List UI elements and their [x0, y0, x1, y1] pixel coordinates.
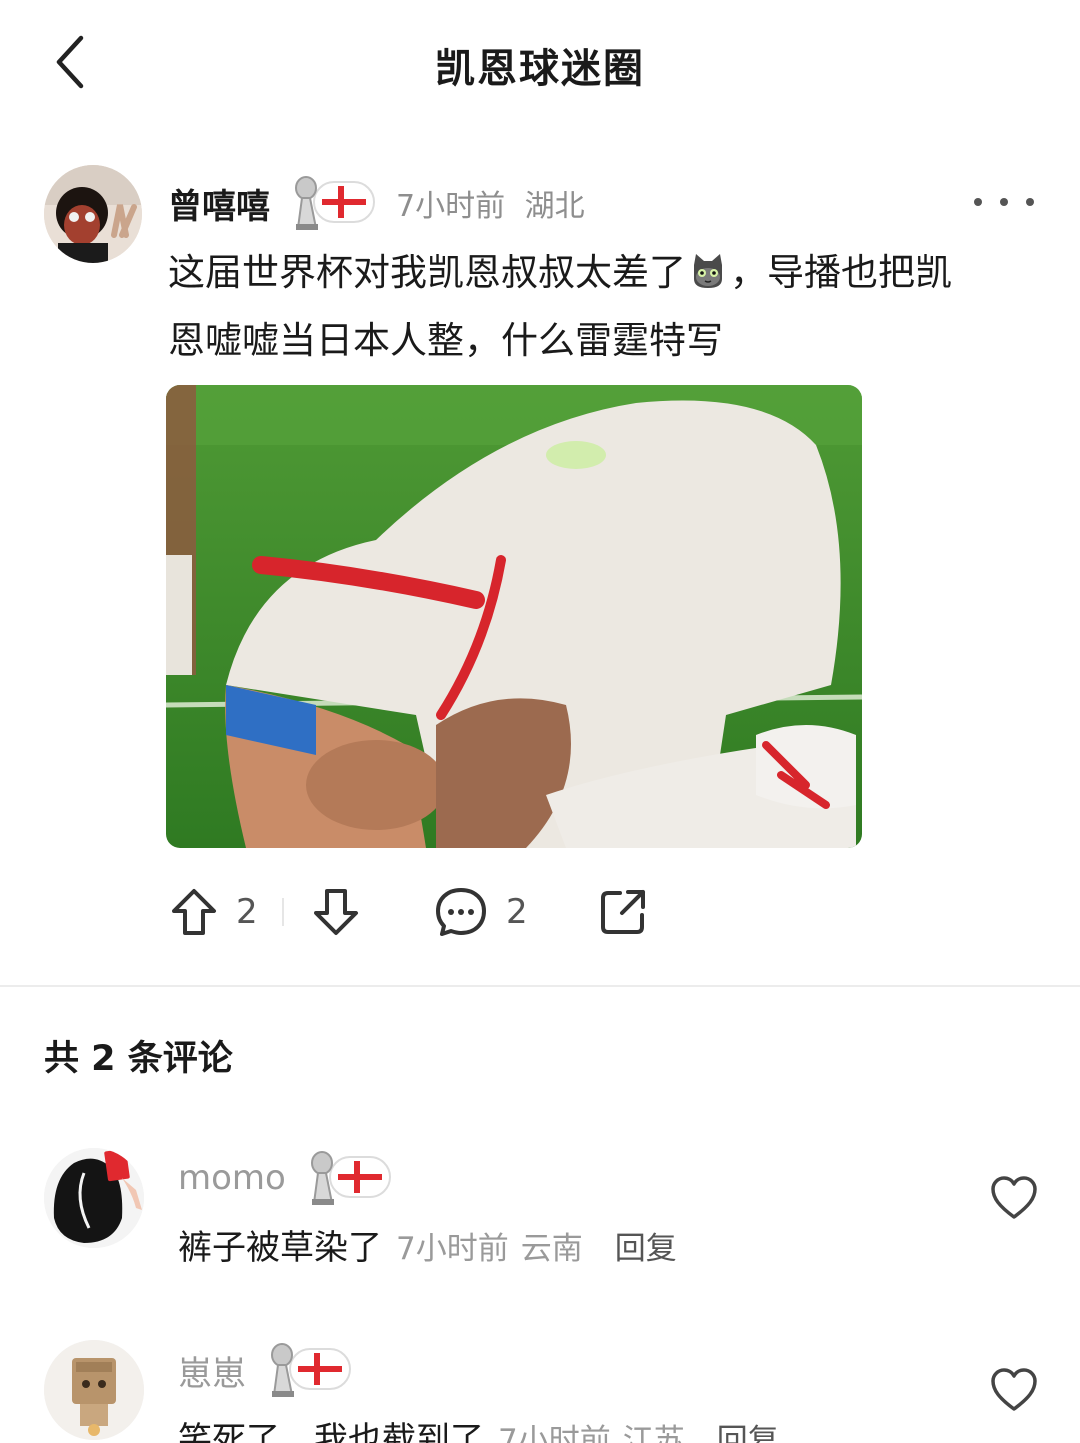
dot-icon [974, 198, 982, 206]
comment-author-row: 崽崽 [178, 1340, 354, 1400]
post-text-segment: 这届世界杯对我凯恩叔叔太差了 [168, 251, 686, 294]
heart-icon [991, 1176, 1037, 1219]
share-icon [601, 890, 645, 934]
post-action-bar: 2 2 [170, 880, 670, 944]
share-button[interactable] [598, 880, 648, 944]
trophy-england-flag-badge-icon [304, 1147, 394, 1209]
avatar[interactable] [44, 165, 142, 263]
trophy-england-flag-badge-icon [288, 172, 378, 234]
cat-face-icon [688, 248, 728, 310]
post-meta: 7小时前 湖北 [396, 181, 585, 225]
arrow-up-icon [172, 889, 216, 935]
comment-count: 2 [506, 892, 528, 932]
avatar[interactable] [44, 1340, 144, 1440]
reply-button[interactable]: 回复 [717, 1415, 779, 1443]
comment-body: 裤子被草染了 7小时前 云南 回复 [178, 1220, 677, 1269]
upvote-button[interactable]: 2 [170, 880, 258, 944]
dot-icon [1000, 198, 1008, 206]
comment-author-name[interactable]: 崽崽 [178, 1346, 246, 1395]
comment-button[interactable]: 2 [434, 880, 528, 944]
arrow-down-icon [314, 889, 358, 935]
comment-author-name[interactable]: momo [178, 1158, 286, 1198]
post-time: 7小时前 [396, 189, 506, 224]
divider [282, 898, 284, 926]
post-text-segment: ，导播也把凯 [730, 251, 952, 294]
downvote-button[interactable] [312, 880, 360, 944]
comment-item: 崽崽 笑死了，我也截到了 7小时前 江苏 回复 [44, 1340, 1044, 1443]
page-title: 凯恩球迷圈 [435, 46, 645, 92]
post-text: 这届世界杯对我凯恩叔叔太差了 ，导播也把凯 恩嘘嘘当日本人整，什么雷霆特写 [168, 242, 1038, 372]
more-options-button[interactable] [974, 187, 1034, 217]
comment-location: 江苏 [622, 1423, 685, 1443]
post-image[interactable] [166, 385, 862, 848]
comment-location: 云南 [520, 1231, 583, 1267]
comment-item: momo 裤子被草染了 7小时前 云南 回复 [44, 1148, 1044, 1298]
avatar[interactable] [44, 1148, 144, 1248]
author-name[interactable]: 曾嘻嘻 [168, 179, 270, 228]
section-divider [0, 985, 1080, 987]
like-button[interactable] [984, 1168, 1044, 1228]
heart-icon [991, 1368, 1037, 1411]
comment-body: 笑死了，我也截到了 7小时前 江苏 回复 [178, 1412, 779, 1443]
reply-button[interactable]: 回复 [615, 1223, 677, 1268]
comment-author-row: momo [178, 1148, 394, 1208]
top-bar: 凯恩球迷圈 [0, 0, 1080, 125]
comment-text: 裤子被草染了 [178, 1228, 382, 1268]
comment-time: 7小时前 [498, 1423, 611, 1443]
trophy-england-flag-badge-icon [264, 1339, 354, 1401]
dot-icon [1026, 198, 1034, 206]
post-location: 湖北 [524, 189, 585, 224]
comment-time: 7小时前 [396, 1231, 509, 1267]
comment-text: 笑死了，我也截到了 [178, 1420, 484, 1443]
author-row: 曾嘻嘻 7小时前 湖北 [168, 173, 585, 233]
post-text-line-1: 这届世界杯对我凯恩叔叔太差了 ，导播也把凯 [168, 242, 1038, 310]
comments-count-heading: 共 2 条评论 [44, 1039, 233, 1079]
post-text-line-2: 恩嘘嘘当日本人整，什么雷霆特写 [168, 319, 723, 362]
like-button[interactable] [984, 1360, 1044, 1420]
chat-bubble-icon [436, 888, 486, 936]
upvote-count: 2 [236, 892, 258, 932]
